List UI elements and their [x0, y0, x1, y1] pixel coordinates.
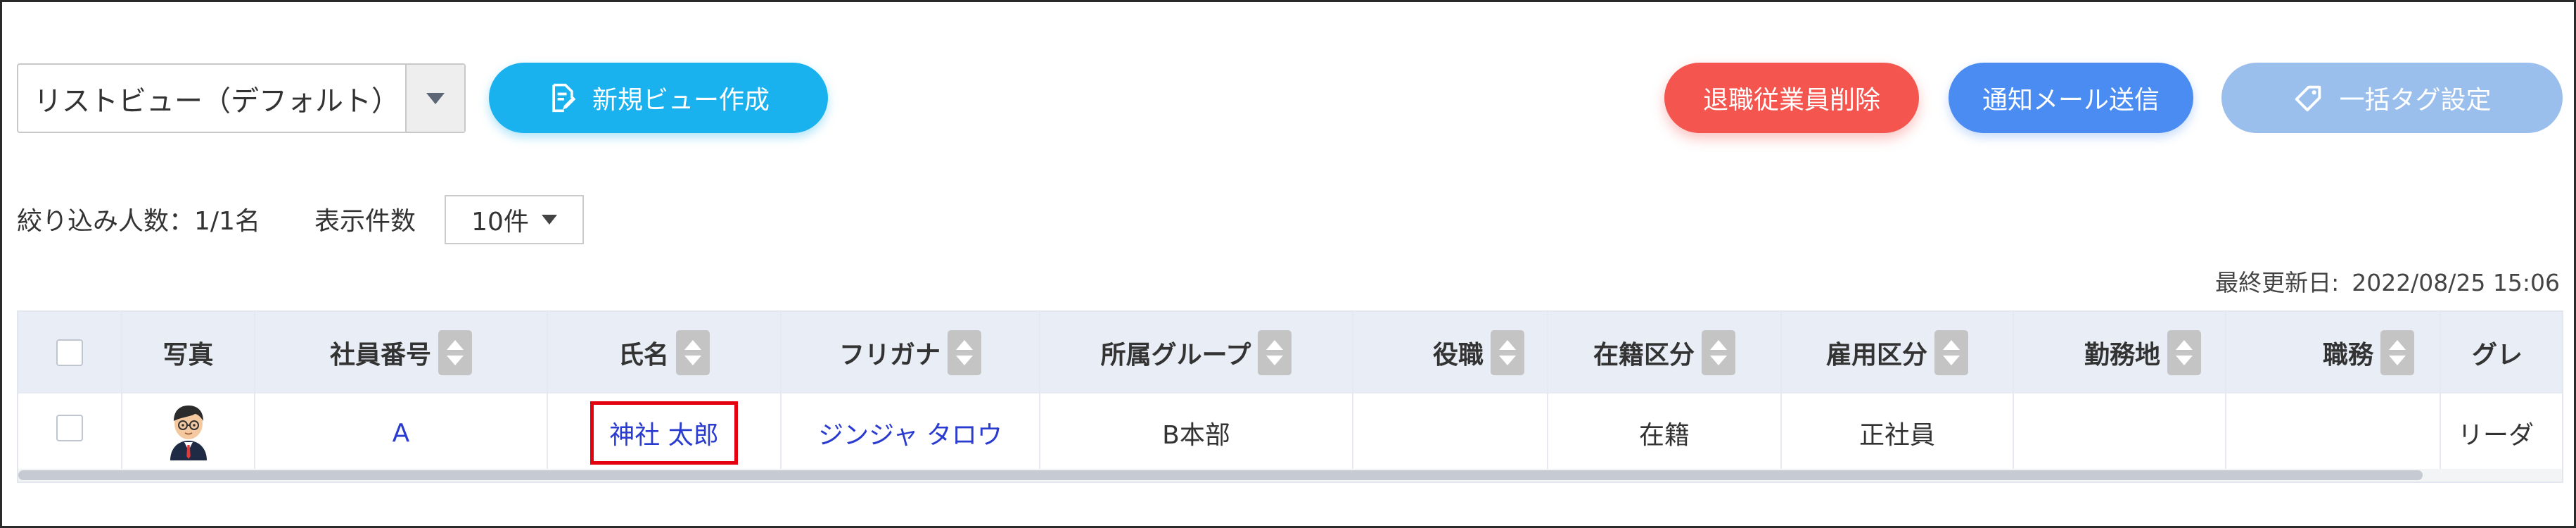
header-job: 職務 [2226, 312, 2441, 394]
position-cell [1353, 394, 1548, 472]
app-frame: リストビュー（デフォルト） 新規ビュー作成 退職従業員削除 通知メール送信 一括… [0, 0, 2576, 528]
header-grade: グレ [2441, 312, 2562, 394]
sort-icon[interactable] [2167, 330, 2201, 375]
employment-type-value: 正社員 [1858, 421, 1935, 450]
per-page-value: 10件 [471, 208, 529, 237]
sort-icon[interactable] [438, 330, 472, 375]
avatar-icon [163, 400, 214, 467]
photo-cell [122, 394, 255, 472]
send-notification-mail-button[interactable]: 通知メール送信 [1949, 63, 2193, 133]
header-furigana: フリガナ [782, 312, 1040, 394]
select-all-checkbox[interactable] [56, 339, 83, 366]
grade-value: リーダ [2458, 421, 2534, 450]
sort-icon[interactable] [1258, 330, 1292, 375]
sort-icon[interactable] [676, 330, 710, 375]
chevron-down-icon [426, 92, 445, 104]
header-position-label: 役職 [1432, 341, 1484, 370]
enrollment-value: 在籍 [1638, 421, 1690, 450]
edit-document-icon [547, 82, 578, 113]
horizontal-scrollbar[interactable] [18, 469, 2562, 482]
view-select-value: リストビュー（デフォルト） [34, 84, 400, 118]
header-group: 所属グループ [1040, 312, 1353, 394]
sort-icon[interactable] [1702, 330, 1735, 375]
sort-icon[interactable] [2380, 330, 2414, 375]
header-job-label: 職務 [2322, 341, 2373, 370]
header-name-label: 氏名 [618, 341, 669, 370]
table-header: 写真 社員番号 氏名 フリガナ 所属グループ 役職 在籍区分 雇用区分 勤務地 … [18, 312, 2562, 394]
sort-icon[interactable] [948, 330, 981, 375]
per-page-label: 表示件数 [314, 207, 416, 236]
header-furigana-label: フリガナ [839, 341, 941, 370]
header-select-all [18, 312, 122, 394]
job-cell [2226, 394, 2441, 472]
new-view-label: 新規ビュー作成 [592, 86, 770, 115]
sort-icon[interactable] [1491, 330, 1524, 375]
sort-icon[interactable] [1934, 330, 1968, 375]
filter-count: 絞り込み人数：1/1名 [17, 207, 260, 236]
header-group-label: 所属グループ [1100, 341, 1251, 370]
per-page-select[interactable]: 10件 [445, 195, 584, 244]
group-cell: B本部 [1040, 394, 1353, 472]
view-select-arrow[interactable] [405, 65, 464, 132]
header-name: 氏名 [548, 312, 782, 394]
chevron-down-icon [541, 215, 557, 225]
enrollment-cell: 在籍 [1548, 394, 1782, 472]
header-employee-number-label: 社員番号 [329, 341, 431, 370]
header-grade-label: グレ [2472, 341, 2523, 370]
workplace-cell [2014, 394, 2226, 472]
new-view-button[interactable]: 新規ビュー作成 [489, 63, 828, 133]
header-employment-type: 雇用区分 [1782, 312, 2014, 394]
employee-name-link[interactable]: 神社 太郎 [609, 415, 718, 451]
name-highlight-box: 神社 太郎 [590, 401, 738, 465]
header-workplace: 勤務地 [2014, 312, 2226, 394]
tag-icon [2293, 82, 2325, 114]
header-employee-number: 社員番号 [255, 312, 548, 394]
header-photo: 写真 [122, 312, 255, 394]
row-checkbox[interactable] [56, 415, 83, 441]
header-photo-label: 写真 [162, 341, 214, 370]
group-value: B本部 [1162, 421, 1230, 450]
furigana-cell: ジンジャ タロウ [782, 394, 1040, 472]
header-position: 役職 [1353, 312, 1548, 394]
header-employment-type-label: 雇用区分 [1825, 341, 1927, 370]
horizontal-scrollbar-thumb[interactable] [18, 470, 2423, 480]
header-enrollment: 在籍区分 [1548, 312, 1782, 394]
table-row: A 神社 太郎 ジンジャ タロウ B本部 在籍 正社員 リーダ [18, 394, 2562, 472]
employee-table: 写真 社員番号 氏名 フリガナ 所属グループ 役職 在籍区分 雇用区分 勤務地 … [17, 310, 2563, 483]
grade-cell: リーダ [2441, 394, 2562, 472]
employee-furigana-link[interactable]: ジンジャ タロウ [818, 415, 1002, 451]
last-updated-label: 最終更新日: [2215, 269, 2340, 296]
employee-number-link[interactable]: A [393, 419, 410, 448]
bulk-tag-setting-label: 一括タグ設定 [2339, 86, 2492, 115]
send-notification-mail-label: 通知メール送信 [1982, 86, 2160, 115]
last-updated: 最終更新日: 2022/08/25 15:06 [2215, 264, 2560, 298]
view-select[interactable]: リストビュー（デフォルト） [17, 63, 466, 133]
employee-number-cell: A [255, 394, 548, 472]
employment-type-cell: 正社員 [1782, 394, 2014, 472]
name-cell: 神社 太郎 [548, 394, 782, 472]
bulk-tag-setting-button[interactable]: 一括タグ設定 [2221, 63, 2563, 133]
header-enrollment-label: 在籍区分 [1593, 341, 1695, 370]
last-updated-value: 2022/08/25 15:06 [2352, 269, 2560, 296]
delete-retired-employees-label: 退職従業員削除 [1702, 86, 1880, 115]
row-select-cell [18, 394, 122, 472]
delete-retired-employees-button[interactable]: 退職従業員削除 [1664, 63, 1919, 133]
header-workplace-label: 勤務地 [2084, 341, 2160, 370]
